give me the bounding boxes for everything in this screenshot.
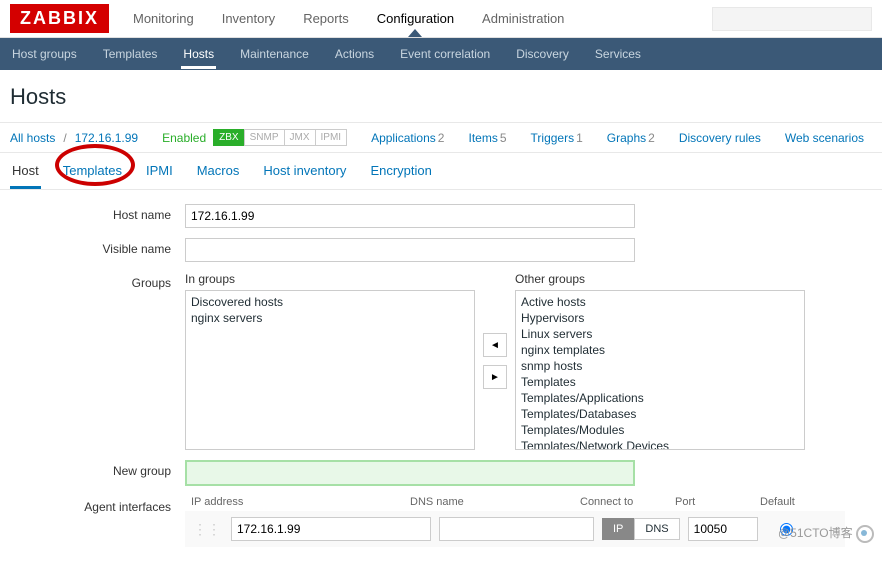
- topnav-inventory[interactable]: Inventory: [218, 1, 279, 36]
- input-new-group[interactable]: [185, 460, 635, 486]
- input-host-name[interactable]: [185, 204, 635, 228]
- badge-snmp: SNMP: [244, 129, 285, 146]
- tab-host-inventory[interactable]: Host inventory: [261, 153, 348, 189]
- toggle-connect-dns[interactable]: DNS: [634, 518, 679, 540]
- subnav-host-groups[interactable]: Host groups: [10, 39, 79, 69]
- list-item[interactable]: snmp hosts: [521, 358, 799, 374]
- subnav-event-correlation[interactable]: Event correlation: [398, 39, 492, 69]
- input-interface-dns[interactable]: [439, 517, 594, 541]
- input-interface-ip[interactable]: [231, 517, 431, 541]
- move-right-button[interactable]: ►: [483, 365, 507, 389]
- list-item[interactable]: Templates: [521, 374, 799, 390]
- header-ip-address: IP address: [185, 496, 410, 508]
- search-input[interactable]: [712, 7, 872, 31]
- topnav-configuration[interactable]: Configuration: [373, 1, 458, 36]
- badge-zbx: ZBX: [213, 129, 244, 146]
- link-discovery-rules[interactable]: Discovery rules: [679, 131, 761, 145]
- breadcrumb-host[interactable]: 172.16.1.99: [75, 131, 138, 145]
- input-visible-name[interactable]: [185, 238, 635, 262]
- label-host-name: Host name: [10, 204, 185, 222]
- list-item[interactable]: Templates/Databases: [521, 406, 799, 422]
- page-title: Hosts: [0, 70, 882, 122]
- count-graphs: 2: [648, 131, 655, 145]
- toggle-connect-ip[interactable]: IP: [602, 518, 634, 540]
- header-connect-to: Connect to: [580, 496, 675, 508]
- tab-host[interactable]: Host: [10, 153, 41, 189]
- topnav-administration[interactable]: Administration: [478, 1, 568, 36]
- subnav-discovery[interactable]: Discovery: [514, 39, 571, 69]
- tab-macros[interactable]: Macros: [195, 153, 242, 189]
- label-new-group: New group: [10, 460, 185, 478]
- label-other-groups: Other groups: [515, 272, 805, 286]
- list-item[interactable]: Templates/Modules: [521, 422, 799, 438]
- topnav-monitoring[interactable]: Monitoring: [129, 1, 198, 36]
- list-item[interactable]: Templates/Network Devices: [521, 438, 799, 450]
- list-item[interactable]: nginx templates: [521, 342, 799, 358]
- label-agent-interfaces: Agent interfaces: [10, 496, 185, 514]
- link-graphs[interactable]: Graphs: [607, 131, 646, 145]
- badge-ipmi: IPMI: [315, 129, 348, 146]
- interface-row: ⋮⋮ IP DNS: [185, 511, 845, 547]
- subnav-hosts[interactable]: Hosts: [181, 39, 216, 69]
- list-item[interactable]: Linux servers: [521, 326, 799, 342]
- drag-handle-icon[interactable]: ⋮⋮: [191, 521, 223, 538]
- listbox-in-groups[interactable]: Discovered hosts nginx servers: [185, 290, 475, 450]
- topnav-reports[interactable]: Reports: [299, 1, 353, 36]
- host-tabs: Host Templates IPMI Macros Host inventor…: [0, 153, 882, 190]
- breadcrumb-separator: /: [63, 131, 66, 145]
- listbox-other-groups[interactable]: Active hosts Hypervisors Linux servers n…: [515, 290, 805, 450]
- availability-badges: ZBX SNMP JMX IPMI: [214, 129, 347, 146]
- label-visible-name: Visible name: [10, 238, 185, 256]
- count-items: 5: [500, 131, 507, 145]
- subnav-services[interactable]: Services: [593, 39, 643, 69]
- list-item[interactable]: Templates/Applications: [521, 390, 799, 406]
- link-triggers[interactable]: Triggers: [531, 131, 575, 145]
- link-web-scenarios[interactable]: Web scenarios: [785, 131, 864, 145]
- list-item[interactable]: Discovered hosts: [191, 294, 469, 310]
- subnav-actions[interactable]: Actions: [333, 39, 376, 69]
- radio-interface-default[interactable]: [780, 523, 793, 536]
- subnav-maintenance[interactable]: Maintenance: [238, 39, 311, 69]
- link-applications[interactable]: Applications: [371, 131, 436, 145]
- link-items[interactable]: Items: [468, 131, 497, 145]
- label-groups: Groups: [10, 272, 185, 290]
- header-default: Default: [760, 496, 820, 508]
- host-status: Enabled: [162, 131, 206, 145]
- header-port: Port: [675, 496, 760, 508]
- list-item[interactable]: Active hosts: [521, 294, 799, 310]
- list-item[interactable]: nginx servers: [191, 310, 469, 326]
- breadcrumb-all-hosts[interactable]: All hosts: [10, 131, 55, 145]
- tab-ipmi[interactable]: IPMI: [144, 153, 175, 189]
- count-applications: 2: [438, 131, 445, 145]
- host-form: Host name Visible name Groups In groups …: [0, 190, 882, 571]
- sub-nav: Host groups Templates Hosts Maintenance …: [0, 38, 882, 70]
- list-item[interactable]: Hypervisors: [521, 310, 799, 326]
- top-nav: Monitoring Inventory Reports Configurati…: [129, 1, 712, 36]
- tab-templates[interactable]: Templates: [61, 153, 124, 189]
- breadcrumb: All hosts / 172.16.1.99 Enabled ZBX SNMP…: [0, 122, 882, 153]
- header-dns-name: DNS name: [410, 496, 580, 508]
- logo[interactable]: ZABBIX: [10, 4, 109, 33]
- move-left-button[interactable]: ◄: [483, 333, 507, 357]
- input-interface-port[interactable]: [688, 517, 758, 541]
- badge-jmx: JMX: [284, 129, 316, 146]
- tab-encryption[interactable]: Encryption: [368, 153, 433, 189]
- count-triggers: 1: [576, 131, 583, 145]
- subnav-templates[interactable]: Templates: [101, 39, 160, 69]
- label-in-groups: In groups: [185, 272, 475, 286]
